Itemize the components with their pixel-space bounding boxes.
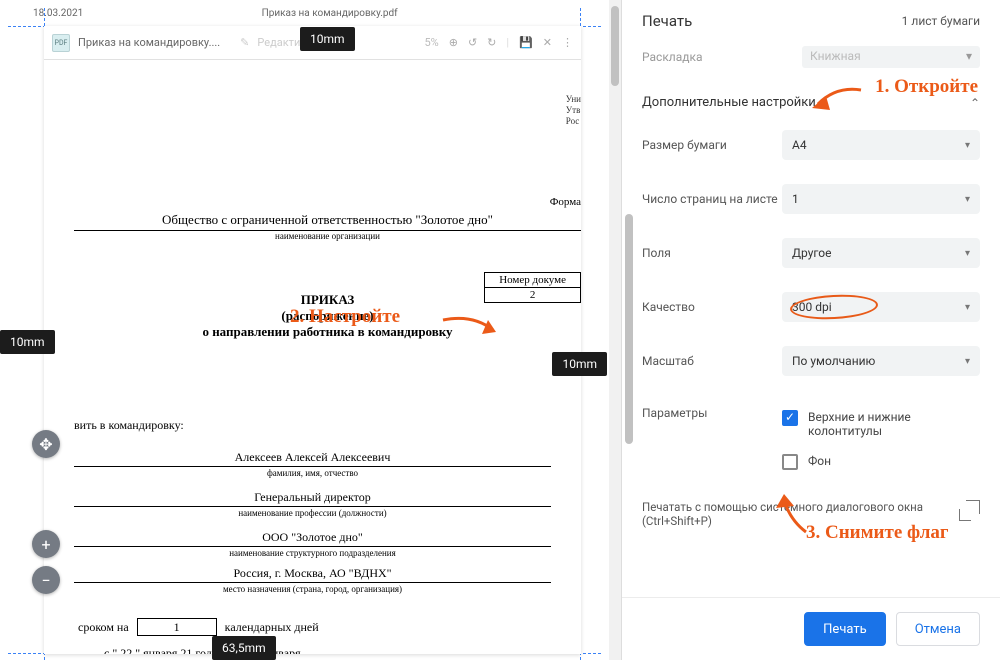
quality-label: Качество	[642, 300, 782, 314]
preview-page: PDF Приказ на командировку.... ✎ Редакти…	[44, 26, 581, 654]
print-sidebar: Печать 1 лист бумаги Раскладка Книжная Д…	[622, 0, 1000, 660]
close-icon[interactable]: ✕	[543, 36, 552, 49]
scale-label: Масштаб	[642, 354, 782, 368]
margin-bottom-badge[interactable]: 63,5mm	[212, 636, 276, 660]
print-button[interactable]: Печать	[804, 612, 886, 646]
more-settings-toggle[interactable]: Дополнительные настройки ⌃	[642, 73, 980, 118]
pdf-icon: PDF	[52, 34, 70, 52]
fit-page-button[interactable]: ✥	[32, 430, 60, 458]
doc-title-pdf: Приказ на командировку.pdf	[262, 8, 398, 19]
paper-size-label: Размер бумаги	[642, 138, 782, 152]
sidebar-scrollbar[interactable]	[625, 54, 633, 590]
margin-left-badge[interactable]: 10mm	[0, 330, 55, 354]
forma-label: Форма	[550, 196, 581, 208]
doc-header-strip: 18.03.2021 Приказ на командировку.pdf	[8, 8, 601, 23]
napravit-text: вить в командировку:	[74, 418, 184, 433]
margins-select[interactable]: Другое	[782, 238, 980, 268]
preview-scrollbar[interactable]	[609, 0, 621, 660]
more-icon[interactable]: ⋮	[562, 36, 573, 49]
params-label: Параметры	[642, 406, 782, 420]
pages-per-sheet-label: Число страниц на листе	[642, 192, 782, 206]
save-icon[interactable]: 💾	[519, 36, 533, 49]
zoom-icon[interactable]: ⊕	[449, 36, 458, 49]
margins-label: Поля	[642, 246, 782, 260]
doc-date: 18.03.2021	[33, 8, 83, 19]
srok-row: сроком на1календарных дней	[78, 618, 319, 636]
background-checkbox-row[interactable]: Фон	[782, 442, 980, 474]
rotate-ccw-icon[interactable]: ↺	[468, 36, 477, 49]
layout-select-partial[interactable]: Книжная	[802, 46, 980, 68]
system-dialog-link[interactable]: Печатать с помощью системного диалоговог…	[642, 486, 980, 528]
cancel-button[interactable]: Отмена	[896, 612, 980, 646]
print-title: Печать	[642, 12, 692, 30]
print-preview-pane: 18.03.2021 Приказ на командировку.pdf PD…	[0, 0, 622, 660]
layout-label-partial: Раскладка	[642, 50, 703, 64]
background-checkbox[interactable]	[782, 454, 798, 470]
sheet-count: 1 лист бумаги	[902, 14, 980, 28]
quality-select[interactable]: 300 dpi	[782, 292, 980, 322]
external-link-icon	[966, 500, 980, 514]
headers-footers-checkbox[interactable]	[782, 410, 798, 426]
pages-per-sheet-select[interactable]: 1	[782, 184, 980, 214]
doc-title: ПРИКАЗ (распоряжение) о направлении рабо…	[74, 292, 581, 340]
tab-name: Приказ на командировку....	[78, 36, 220, 49]
chevron-up-icon: ⌃	[970, 96, 980, 110]
org-sub: наименование организации	[74, 230, 581, 241]
margin-top-badge[interactable]: 10mm	[300, 27, 355, 51]
rotate-cw-icon[interactable]: ↻	[487, 36, 496, 49]
zoom-level: 5%	[424, 36, 438, 49]
zoom-in-button[interactable]: +	[32, 530, 60, 558]
scale-select[interactable]: По умолчанию	[782, 346, 980, 376]
paper-size-select[interactable]: A4	[782, 130, 980, 160]
org-name: Общество с ограниченной ответственностью…	[150, 212, 505, 229]
top-right-stamp: УниУтвРос	[566, 94, 581, 126]
margin-right-badge[interactable]: 10mm	[552, 352, 607, 376]
headers-footers-checkbox-row[interactable]: Верхние и нижние колонтитулы	[782, 406, 980, 442]
zoom-out-button[interactable]: −	[32, 566, 60, 594]
